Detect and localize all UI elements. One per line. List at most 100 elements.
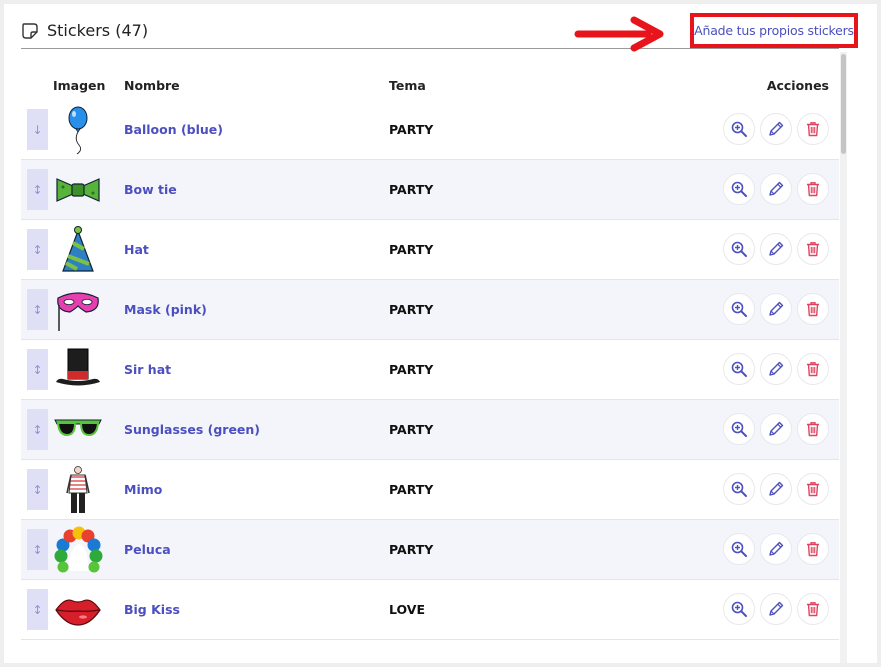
drag-handle-icon[interactable]: ↕ [27, 349, 48, 390]
sticker-name-link[interactable]: Mask (pink) [124, 302, 207, 317]
pencil-icon [769, 301, 784, 316]
mask-icon [57, 292, 99, 331]
drag-handle-icon[interactable]: ↕ [27, 169, 48, 210]
edit-button[interactable] [760, 413, 792, 445]
sticker-theme: PARTY [389, 362, 434, 377]
edit-button[interactable] [760, 293, 792, 325]
sticker-thumbnail [53, 345, 103, 395]
sticker-theme: PARTY [389, 182, 434, 197]
add-own-stickers-link[interactable]: Añade tus propios stickers [690, 13, 858, 48]
delete-button[interactable] [797, 353, 829, 385]
edit-button[interactable] [760, 353, 792, 385]
table-row: ↕ Sunglasses (green) PARTY [21, 400, 839, 460]
sticker-theme: LOVE [389, 602, 426, 617]
delete-button[interactable] [797, 173, 829, 205]
drag-handle-icon[interactable]: ↕ [27, 469, 48, 510]
table-row: ↕ Mimo PARTY [21, 460, 839, 520]
row-actions [723, 293, 829, 325]
sticker-theme: PARTY [389, 242, 434, 257]
zoom-button[interactable] [723, 233, 755, 265]
sticker-name-link[interactable]: Peluca [124, 542, 171, 557]
edit-button[interactable] [760, 173, 792, 205]
sticker-name-link[interactable]: Sunglasses (green) [124, 422, 260, 437]
trash-icon [807, 182, 819, 197]
edit-button[interactable] [760, 533, 792, 565]
row-actions [723, 473, 829, 505]
pencil-icon [769, 541, 784, 556]
delete-button[interactable] [797, 473, 829, 505]
sticker-thumbnail [53, 285, 103, 335]
lips-icon [55, 599, 101, 626]
red-arrow-annotation [574, 16, 664, 52]
sticker-name-link[interactable]: Big Kiss [124, 602, 180, 617]
column-header-image: Imagen [53, 78, 106, 93]
delete-button[interactable] [797, 293, 829, 325]
sticker-name-link[interactable]: Bow tie [124, 182, 177, 197]
row-actions [723, 353, 829, 385]
table-row: ↕ Bow tie PARTY [21, 160, 839, 220]
zoom-in-icon [731, 481, 747, 497]
column-header-theme: Tema [389, 78, 426, 93]
sticker-name-link[interactable]: Balloon (blue) [124, 122, 223, 137]
zoom-button[interactable] [723, 533, 755, 565]
zoom-button[interactable] [723, 473, 755, 505]
row-actions [723, 413, 829, 445]
trash-icon [807, 362, 819, 377]
zoom-button[interactable] [723, 113, 755, 145]
sticker-name-link[interactable]: Sir hat [124, 362, 171, 377]
table-row: ↕ Peluca PARTY [21, 520, 839, 580]
delete-button[interactable] [797, 593, 829, 625]
table-row: ↕ Sir hat PARTY [21, 340, 839, 400]
zoom-in-icon [731, 601, 747, 617]
sticker-thumbnail [53, 585, 103, 635]
scrollbar[interactable] [840, 52, 847, 663]
sticker-thumbnail [53, 525, 103, 575]
delete-button[interactable] [797, 413, 829, 445]
trash-icon [807, 542, 819, 557]
edit-button[interactable] [760, 113, 792, 145]
column-header-name: Nombre [124, 78, 180, 93]
pencil-icon [769, 241, 784, 256]
zoom-button[interactable] [723, 353, 755, 385]
zoom-in-icon [731, 121, 747, 137]
drag-handle-icon[interactable]: ↕ [27, 409, 48, 450]
drag-handle-icon[interactable]: ↕ [27, 589, 48, 630]
sticker-theme: PARTY [389, 122, 434, 137]
pencil-icon [769, 421, 784, 436]
zoom-button[interactable] [723, 413, 755, 445]
pencil-icon [769, 481, 784, 496]
drag-handle-icon[interactable]: ↓ [27, 109, 48, 150]
trash-icon [807, 422, 819, 437]
zoom-in-icon [731, 361, 747, 377]
edit-button[interactable] [760, 233, 792, 265]
row-actions [723, 233, 829, 265]
sticker-thumbnail [53, 105, 103, 155]
delete-button[interactable] [797, 113, 829, 145]
table-row: ↕ Big Kiss LOVE [21, 580, 839, 640]
sticker-thumbnail [53, 465, 103, 515]
delete-button[interactable] [797, 233, 829, 265]
trash-icon [807, 122, 819, 137]
edit-button[interactable] [760, 473, 792, 505]
row-actions [723, 113, 829, 145]
drag-handle-icon[interactable]: ↕ [27, 289, 48, 330]
drag-handle-icon[interactable]: ↕ [27, 229, 48, 270]
sticker-theme: PARTY [389, 302, 434, 317]
drag-handle-icon[interactable]: ↕ [27, 529, 48, 570]
zoom-in-icon [731, 421, 747, 437]
row-actions [723, 173, 829, 205]
sticker-name-link[interactable]: Mimo [124, 482, 162, 497]
zoom-in-icon [731, 181, 747, 197]
column-header-actions: Acciones [766, 78, 829, 93]
delete-button[interactable] [797, 533, 829, 565]
zoom-button[interactable] [723, 593, 755, 625]
zoom-button[interactable] [723, 293, 755, 325]
trash-icon [807, 602, 819, 617]
sticker-name-link[interactable]: Hat [124, 242, 149, 257]
zoom-button[interactable] [723, 173, 755, 205]
scrollbar-thumb[interactable] [841, 54, 846, 154]
edit-button[interactable] [760, 593, 792, 625]
trash-icon [807, 482, 819, 497]
pencil-icon [769, 601, 784, 616]
zoom-in-icon [731, 301, 747, 317]
